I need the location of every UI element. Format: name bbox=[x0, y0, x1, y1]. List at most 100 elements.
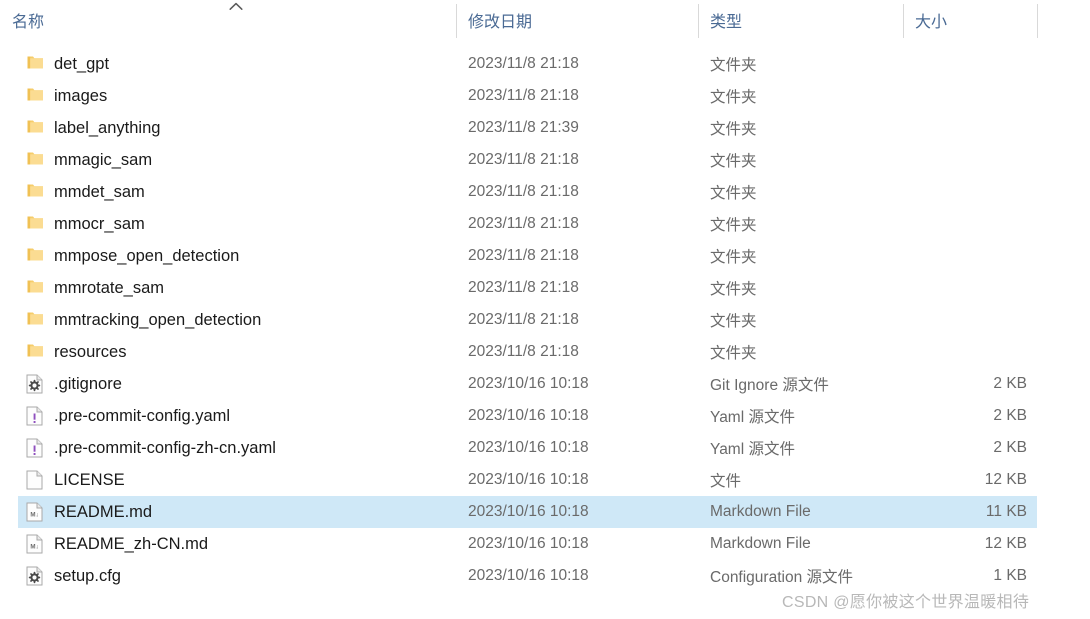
file-name-cell[interactable]: det_gpt bbox=[0, 48, 456, 80]
file-type-cell: 文件夹 bbox=[698, 144, 903, 176]
file-type-cell: 文件夹 bbox=[698, 176, 903, 208]
file-type-cell: Yaml 源文件 bbox=[698, 432, 903, 464]
column-divider-1[interactable] bbox=[456, 4, 457, 38]
column-header-bar: 名称 修改日期 类型 大小 bbox=[0, 0, 1090, 40]
file-row[interactable]: M↓ README_zh-CN.md 2023/10/16 10:18 Markdow… bbox=[0, 528, 1090, 560]
file-name-cell[interactable]: .pre-commit-config-zh-cn.yaml bbox=[0, 432, 456, 464]
column-divider-3[interactable] bbox=[903, 4, 904, 38]
file-type-cell: 文件夹 bbox=[698, 272, 903, 304]
file-name-cell[interactable]: mmpose_open_detection bbox=[0, 240, 456, 272]
file-date-label: 2023/10/16 10:18 bbox=[468, 407, 589, 424]
file-row[interactable]: mmocr_sam 2023/11/8 21:18 文件夹 bbox=[0, 208, 1090, 240]
file-date-cell: 2023/11/8 21:18 bbox=[456, 144, 698, 176]
file-date-label: 2023/11/8 21:18 bbox=[468, 247, 579, 264]
column-header-date-modified[interactable]: 修改日期 bbox=[456, 0, 698, 40]
file-name-cell[interactable]: images bbox=[0, 80, 456, 112]
file-type-cell: 文件夹 bbox=[698, 336, 903, 368]
file-name-cell[interactable]: setup.cfg bbox=[0, 560, 456, 592]
file-type-label: Yaml 源文件 bbox=[710, 441, 795, 458]
file-type-cell: Markdown File bbox=[698, 496, 903, 528]
file-row[interactable]: LICENSE 2023/10/16 10:18 文件 12 KB bbox=[0, 464, 1090, 496]
file-row[interactable]: M↓ README.md 2023/10/16 10:18 Markdown File… bbox=[0, 496, 1090, 528]
blank-file-icon bbox=[26, 470, 44, 490]
file-date-cell: 2023/11/8 21:18 bbox=[456, 48, 698, 80]
file-name-label: mmpose_open_detection bbox=[54, 246, 240, 265]
file-row[interactable]: mmdet_sam 2023/11/8 21:18 文件夹 bbox=[0, 176, 1090, 208]
file-row[interactable]: .pre-commit-config.yaml 2023/10/16 10:18 Y… bbox=[0, 400, 1090, 432]
file-type-cell: 文件 bbox=[698, 464, 903, 496]
file-type-label: Git Ignore 源文件 bbox=[710, 377, 829, 394]
file-size-cell: 2 KB bbox=[903, 432, 1027, 464]
markdown-file-icon: M↓ bbox=[26, 502, 44, 522]
file-size-cell bbox=[903, 48, 1027, 80]
file-name-cell[interactable]: .pre-commit-config.yaml bbox=[0, 400, 456, 432]
column-header-type[interactable]: 类型 bbox=[698, 0, 903, 40]
file-row[interactable]: .gitignore 2023/10/16 10:18 Git Ignore 源文件… bbox=[0, 368, 1090, 400]
folder-icon bbox=[26, 54, 44, 74]
file-date-label: 2023/11/8 21:18 bbox=[468, 55, 579, 72]
file-row[interactable]: resources 2023/11/8 21:18 文件夹 bbox=[0, 336, 1090, 368]
file-type-cell: 文件夹 bbox=[698, 240, 903, 272]
file-row[interactable]: mmtracking_open_detection 2023/11/8 21:18… bbox=[0, 304, 1090, 336]
file-type-cell: Yaml 源文件 bbox=[698, 400, 903, 432]
file-type-cell: 文件夹 bbox=[698, 80, 903, 112]
file-name-label: images bbox=[54, 86, 108, 105]
file-name-cell[interactable]: M↓ README.md bbox=[0, 496, 456, 528]
file-name-cell[interactable]: resources bbox=[0, 336, 456, 368]
file-date-label: 2023/10/16 10:18 bbox=[468, 567, 589, 584]
file-type-cell: 文件夹 bbox=[698, 304, 903, 336]
file-date-cell: 2023/10/16 10:18 bbox=[456, 528, 698, 560]
file-size-label: 1 KB bbox=[993, 567, 1027, 584]
file-name-cell[interactable]: label_anything bbox=[0, 112, 456, 144]
file-name-label: LICENSE bbox=[54, 470, 125, 489]
file-type-label: 文件夹 bbox=[710, 121, 757, 138]
folder-icon bbox=[26, 278, 44, 298]
file-name-label: label_anything bbox=[54, 118, 161, 137]
column-divider-2[interactable] bbox=[698, 4, 699, 38]
file-type-label: 文件夹 bbox=[710, 153, 757, 170]
file-size-cell bbox=[903, 240, 1027, 272]
file-name-label: mmdet_sam bbox=[54, 182, 145, 201]
file-row[interactable]: mmrotate_sam 2023/11/8 21:18 文件夹 bbox=[0, 272, 1090, 304]
file-size-cell bbox=[903, 336, 1027, 368]
file-name-label: det_gpt bbox=[54, 54, 110, 73]
column-header-size[interactable]: 大小 bbox=[903, 0, 1037, 40]
file-type-label: 文件夹 bbox=[710, 249, 757, 266]
sort-ascending-chevron-up-icon bbox=[227, 2, 245, 14]
file-name-cell[interactable]: mmrotate_sam bbox=[0, 272, 456, 304]
file-name-cell[interactable]: .gitignore bbox=[0, 368, 456, 400]
column-divider-4[interactable] bbox=[1037, 4, 1038, 38]
column-header-name-label: 名称 bbox=[12, 14, 45, 31]
file-size-cell: 2 KB bbox=[903, 400, 1027, 432]
file-type-cell: Configuration 源文件 bbox=[698, 560, 903, 592]
file-name-cell[interactable]: LICENSE bbox=[0, 464, 456, 496]
file-date-cell: 2023/11/8 21:18 bbox=[456, 240, 698, 272]
folder-icon bbox=[26, 246, 44, 266]
file-name-cell[interactable]: M↓ README_zh-CN.md bbox=[0, 528, 456, 560]
gear-file-icon bbox=[26, 566, 44, 586]
file-name-cell[interactable]: mmocr_sam bbox=[0, 208, 456, 240]
file-row[interactable]: mmagic_sam 2023/11/8 21:18 文件夹 bbox=[0, 144, 1090, 176]
file-date-label: 2023/10/16 10:18 bbox=[468, 471, 589, 488]
file-size-cell bbox=[903, 176, 1027, 208]
file-size-cell bbox=[903, 112, 1027, 144]
file-name-cell[interactable]: mmdet_sam bbox=[0, 176, 456, 208]
file-date-cell: 2023/10/16 10:18 bbox=[456, 368, 698, 400]
file-name-cell[interactable]: mmagic_sam bbox=[0, 144, 456, 176]
file-date-cell: 2023/11/8 21:18 bbox=[456, 304, 698, 336]
file-date-cell: 2023/10/16 10:18 bbox=[456, 400, 698, 432]
file-row[interactable]: mmpose_open_detection 2023/11/8 21:18 文件夹 bbox=[0, 240, 1090, 272]
file-row[interactable]: det_gpt 2023/11/8 21:18 文件夹 bbox=[0, 48, 1090, 80]
folder-icon bbox=[26, 118, 44, 138]
file-type-label: Configuration 源文件 bbox=[710, 569, 854, 586]
file-type-cell: 文件夹 bbox=[698, 208, 903, 240]
file-name-cell[interactable]: mmtracking_open_detection bbox=[0, 304, 456, 336]
file-row[interactable]: setup.cfg 2023/10/16 10:18 Configuration 源… bbox=[0, 560, 1090, 592]
file-date-label: 2023/11/8 21:18 bbox=[468, 151, 579, 168]
file-row[interactable]: .pre-commit-config-zh-cn.yaml 2023/10/16 … bbox=[0, 432, 1090, 464]
file-name-label: .pre-commit-config-zh-cn.yaml bbox=[54, 438, 276, 457]
file-name-label: .pre-commit-config.yaml bbox=[54, 406, 231, 425]
file-date-cell: 2023/11/8 21:39 bbox=[456, 112, 698, 144]
file-row[interactable]: label_anything 2023/11/8 21:39 文件夹 bbox=[0, 112, 1090, 144]
file-row[interactable]: images 2023/11/8 21:18 文件夹 bbox=[0, 80, 1090, 112]
